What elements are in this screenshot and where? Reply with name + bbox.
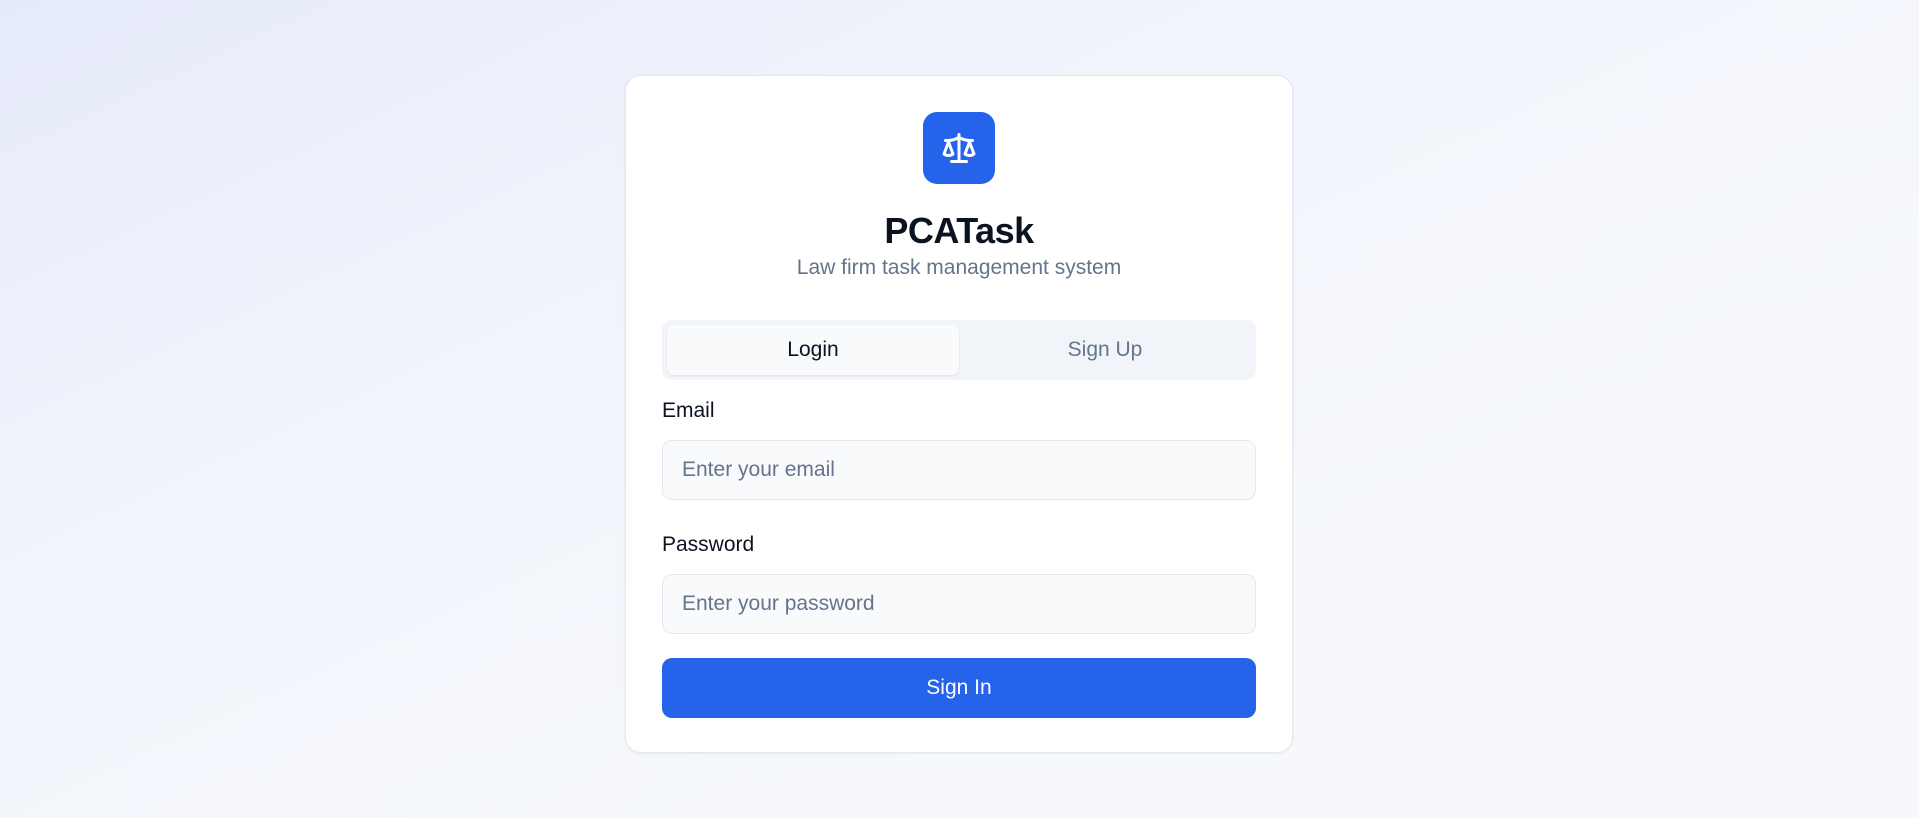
app-title: PCATask	[884, 210, 1034, 251]
tab-sign-up[interactable]: Sign Up	[959, 325, 1251, 375]
tab-login[interactable]: Login	[667, 325, 959, 375]
scale-icon	[941, 130, 977, 166]
email-label: Email	[662, 399, 715, 422]
password-field[interactable]	[662, 574, 1256, 634]
password-label: Password	[662, 533, 755, 556]
sign-in-button[interactable]: Sign In	[662, 658, 1256, 718]
auth-tabs: Login Sign Up	[662, 320, 1256, 380]
login-card: PCATask Law firm task management system …	[625, 75, 1293, 753]
app-logo	[923, 112, 995, 184]
app-subtitle: Law firm task management system	[796, 256, 1122, 279]
email-field[interactable]	[662, 440, 1256, 500]
